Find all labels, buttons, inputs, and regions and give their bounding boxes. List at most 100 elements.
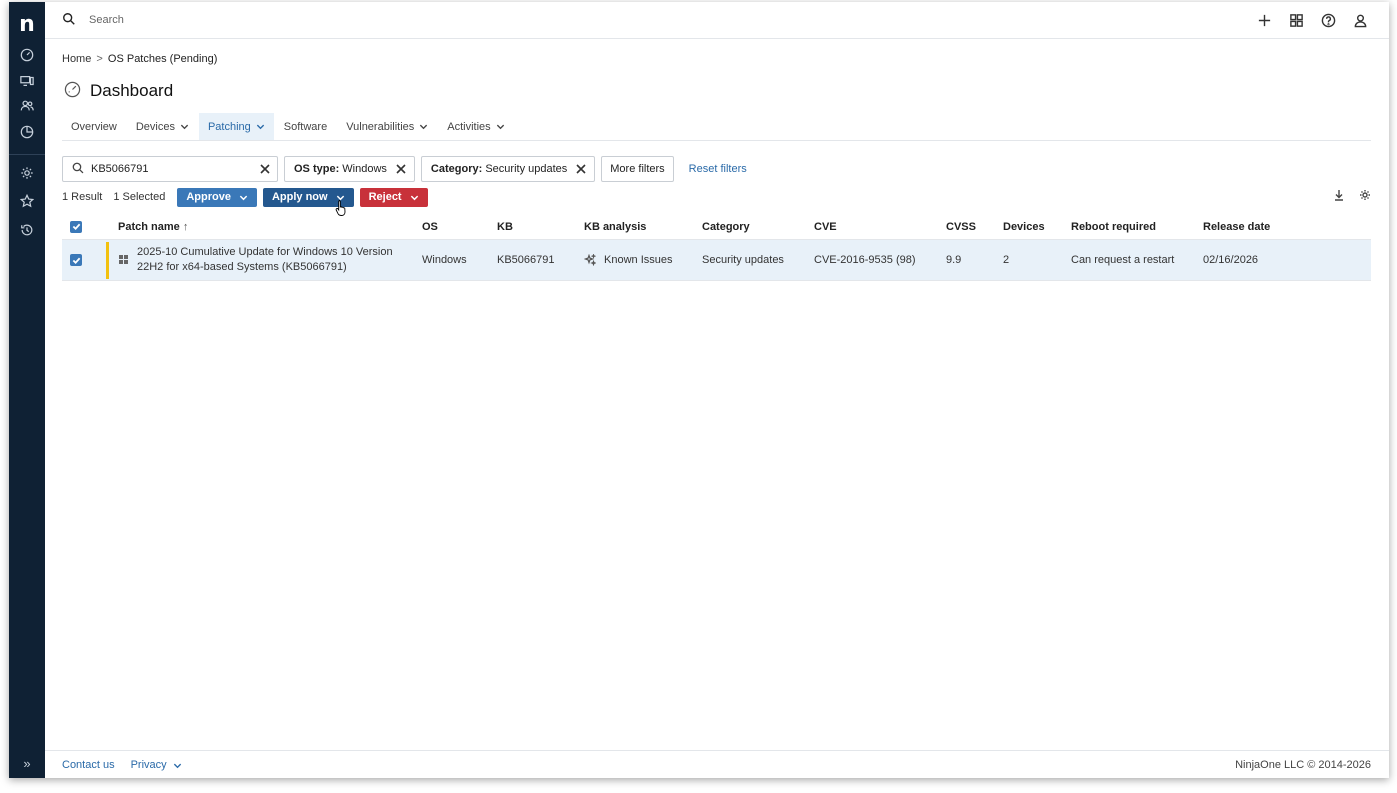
patch-search-input[interactable]: KB5066791	[62, 156, 278, 182]
reboot-required-cell: Can request a restart	[1071, 254, 1175, 266]
privacy-dropdown[interactable]: Privacy	[131, 759, 182, 771]
ninjaone-logo[interactable]: n	[9, 10, 45, 38]
reset-filters-link[interactable]: Reset filters	[689, 163, 747, 175]
chevron-down-icon	[256, 122, 265, 131]
chevron-down-icon	[239, 193, 248, 202]
contact-us-link[interactable]: Contact us	[62, 759, 115, 771]
tab-vulnerabilities[interactable]: Vulnerabilities	[337, 113, 437, 140]
search-value: KB5066791	[91, 163, 149, 175]
button-label: Approve	[186, 191, 231, 203]
devices-cell: 2	[1003, 254, 1010, 266]
patch-name-line: 2025-10 Cumulative Update for Windows 10…	[137, 246, 393, 258]
page-title: Dashboard	[90, 81, 174, 100]
chip-value: Security updates	[485, 163, 568, 175]
patch-name-cell[interactable]: 2025-10 Cumulative Update for Windows 10…	[119, 245, 402, 275]
copyright: NinjaOne LLC © 2014-2026	[1235, 759, 1371, 771]
column-cvss[interactable]: CVSS	[946, 221, 976, 233]
tab-label: Patching	[207, 120, 251, 133]
tab-overview[interactable]: Overview	[62, 113, 126, 140]
os-cell: Windows	[422, 254, 467, 266]
kb-analysis-label: Known Issues	[604, 254, 673, 266]
top-bar: Search	[45, 2, 1389, 39]
tab-label: Activities	[447, 120, 491, 133]
breadcrumb: Home > OS Patches (Pending)	[62, 53, 217, 65]
chevron-down-icon	[173, 761, 182, 770]
search-icon[interactable]	[62, 12, 78, 28]
column-patch-name[interactable]: Patch name ↑	[118, 221, 188, 233]
devices-icon[interactable]	[18, 72, 36, 90]
add-plus-icon[interactable]	[1255, 11, 1273, 29]
chip-key: Category:	[430, 163, 483, 175]
apps-grid-icon[interactable]	[1287, 11, 1305, 29]
help-icon[interactable]	[1319, 11, 1337, 29]
filter-chip-category[interactable]: Category: Security updates	[420, 156, 596, 182]
table-row[interactable]: 2025-10 Cumulative Update for Windows 10…	[62, 240, 1371, 281]
tab-label: Devices	[135, 120, 175, 133]
button-label: Reject	[368, 191, 402, 203]
button-label: Apply now	[271, 191, 328, 203]
tab-patching[interactable]: Patching	[198, 113, 274, 140]
search-icon	[72, 162, 84, 177]
tab-label: Vulnerabilities	[346, 120, 415, 133]
history-icon[interactable]	[18, 221, 36, 239]
column-reboot-required[interactable]: Reboot required	[1071, 221, 1156, 233]
kb-cell: KB5066791	[497, 254, 555, 266]
download-icon[interactable]	[1333, 189, 1345, 204]
users-icon[interactable]	[18, 97, 36, 115]
result-count: 1 Result	[62, 191, 103, 203]
approve-button[interactable]: Approve	[177, 187, 257, 207]
breadcrumb-separator: >	[96, 53, 103, 65]
table-settings-gear-icon[interactable]	[1359, 189, 1371, 204]
remove-filter-icon[interactable]	[575, 163, 587, 175]
kb-analysis-cell[interactable]: Known Issues	[584, 254, 672, 266]
reject-button[interactable]: Reject	[359, 187, 428, 207]
selected-count: 1 Selected	[113, 191, 166, 203]
clear-search-icon[interactable]	[259, 163, 271, 175]
chevron-down-icon	[180, 122, 189, 131]
patch-name-line: 22H2 for x64-based Systems (KB5066791)	[137, 261, 347, 273]
breadcrumb-current: OS Patches (Pending)	[107, 53, 218, 65]
column-label: Patch name	[118, 220, 180, 233]
tab-bar: Overview Devices Patching Software Vulne…	[62, 113, 1371, 141]
chip-value: Windows	[342, 163, 387, 175]
sort-ascending-icon: ↑	[182, 220, 189, 233]
cvss-cell: 9.9	[946, 254, 962, 266]
settings-gear-icon[interactable]	[18, 164, 36, 182]
filter-chip-os-type[interactable]: OS type: Windows	[284, 156, 415, 182]
main-content: Home > OS Patches (Pending) Dashboard Ov…	[45, 39, 1389, 750]
column-category[interactable]: Category	[702, 221, 750, 233]
row-checkbox[interactable]	[70, 254, 82, 266]
column-os[interactable]: OS	[422, 221, 438, 233]
release-date-cell: 02/16/2026	[1203, 254, 1259, 266]
column-devices[interactable]: Devices	[1003, 221, 1045, 233]
remove-filter-icon[interactable]	[395, 163, 407, 175]
patch-table: Patch name ↑ OS KB KB analysis Category …	[62, 214, 1371, 281]
dashboard-gauge-icon	[64, 81, 81, 101]
table-header: Patch name ↑ OS KB KB analysis Category …	[62, 214, 1371, 240]
app-window: n » Search Home > OS Patches (Pending) D…	[9, 2, 1389, 778]
cve-cell: CVE-2016-9535 (98)	[814, 254, 916, 266]
global-search-input[interactable]: Search	[89, 14, 124, 26]
expand-sidebar-icon[interactable]: »	[18, 754, 36, 772]
more-filters-button[interactable]: More filters	[601, 156, 674, 182]
tab-label: Overview	[71, 120, 117, 133]
tab-devices[interactable]: Devices	[127, 113, 198, 140]
column-release-date[interactable]: Release date	[1203, 221, 1270, 233]
favorites-star-icon[interactable]	[18, 192, 36, 210]
reports-chart-icon[interactable]	[18, 123, 36, 141]
column-cve[interactable]: CVE	[814, 221, 837, 233]
tab-software[interactable]: Software	[275, 113, 336, 140]
breadcrumb-home[interactable]: Home	[62, 53, 91, 65]
user-profile-icon[interactable]	[1351, 11, 1369, 29]
dashboard-gauge-icon[interactable]	[18, 46, 36, 64]
sidebar-divider	[9, 154, 45, 155]
chip-key: OS type:	[294, 163, 340, 175]
tab-activities[interactable]: Activities	[438, 113, 513, 140]
ai-sparkle-icon	[584, 254, 596, 266]
action-row: 1 Result 1 Selected Approve Apply now Re…	[62, 187, 1371, 207]
patch-name: 2025-10 Cumulative Update for Windows 10…	[137, 245, 402, 275]
column-kb[interactable]: KB	[497, 221, 513, 233]
select-all-checkbox[interactable]	[70, 220, 82, 233]
chevron-down-icon	[419, 122, 428, 131]
column-kb-analysis[interactable]: KB analysis	[584, 221, 646, 233]
